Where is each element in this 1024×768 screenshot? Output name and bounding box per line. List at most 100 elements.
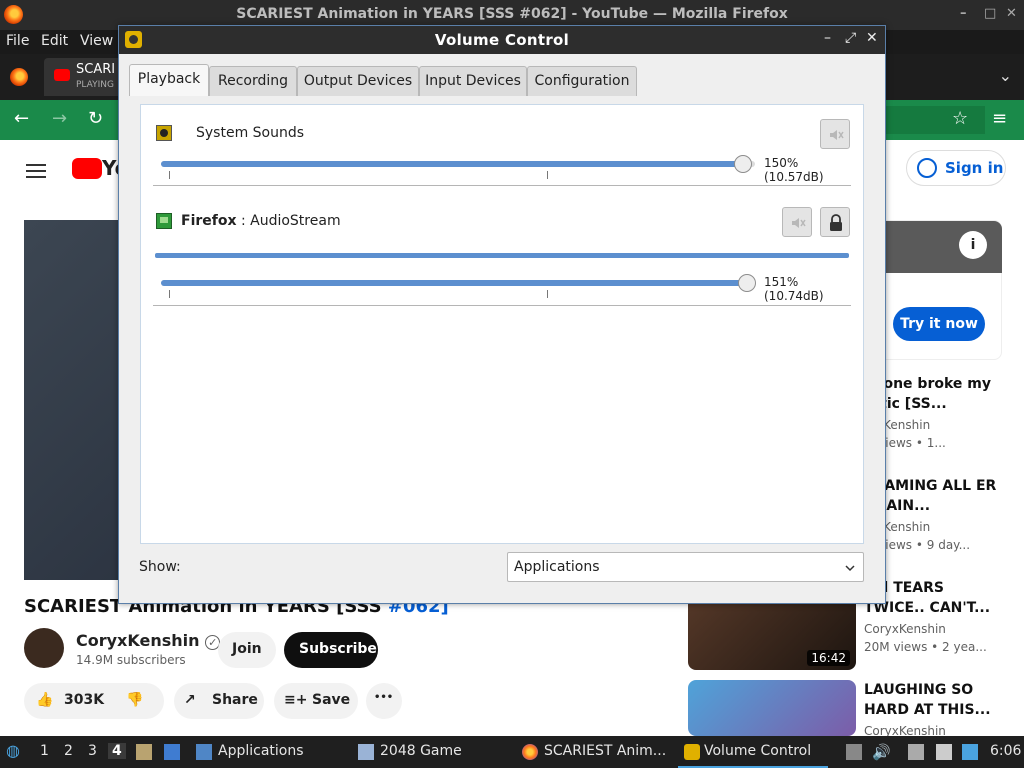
back-arrow-icon[interactable]: ← (14, 108, 29, 129)
task-2048-game[interactable]: 2048 Game (354, 736, 504, 768)
window-icon (358, 744, 374, 760)
tab-recording[interactable]: Recording (209, 66, 297, 96)
volume-slider-handle[interactable] (734, 155, 753, 173)
tab-playing-label: PLAYING (76, 80, 114, 90)
start-menu-icon[interactable]: ◍ (6, 741, 20, 760)
workspace-2[interactable]: 2 (64, 743, 73, 759)
clock: 6:06 (990, 743, 1022, 759)
display-icon[interactable] (936, 744, 952, 760)
taskbar: ◍ 1 2 3 4 Applications 2048 Game SCARIES… (0, 736, 1024, 768)
volume-level-label: 150% (10.57dB) (764, 156, 824, 184)
thumbs-down-icon[interactable]: 👎 (126, 692, 143, 708)
tab-output-devices[interactable]: Output Devices (297, 66, 419, 96)
task-applications[interactable]: Applications (192, 736, 342, 768)
stream-system-sounds: System Sounds 150% (10.57dB) (153, 105, 853, 186)
tab-configuration[interactable]: Configuration (527, 66, 637, 96)
clipboard-icon[interactable] (846, 744, 862, 760)
mute-speaker-icon (830, 130, 844, 140)
mute-button[interactable] (782, 207, 812, 237)
more-actions-button[interactable]: ••• (366, 683, 402, 719)
like-count: 303K (64, 692, 105, 708)
tab-playback[interactable]: Playback (129, 64, 209, 96)
close-icon[interactable]: ✕ (1006, 6, 1017, 21)
ad-panel: i Try it now (870, 220, 1002, 360)
volume-slider-handle[interactable] (738, 274, 757, 292)
bookmark-star-icon[interactable]: ☆ (952, 108, 968, 129)
mute-button[interactable] (820, 119, 850, 149)
mute-speaker-icon (792, 218, 806, 228)
volume-slider-fill (161, 161, 744, 167)
minimize-icon[interactable]: – (960, 6, 967, 21)
youtube-logo-icon[interactable] (72, 158, 102, 179)
volume-slider[interactable] (161, 155, 755, 173)
minimize-icon[interactable]: – (824, 30, 831, 46)
task-volume-control[interactable]: Volume Control (678, 736, 828, 768)
youtube-menu-icon[interactable] (26, 160, 46, 182)
info-icon[interactable]: i (959, 231, 987, 259)
maximize-icon[interactable]: □ (984, 6, 996, 21)
workspace-3[interactable]: 3 (88, 743, 97, 759)
workspace-1[interactable]: 1 (40, 743, 49, 759)
show-label: Show: (139, 559, 181, 575)
volume-control-window: Volume Control – ⤢ ✕ Playback Recording … (118, 25, 886, 604)
peak-meter (155, 253, 849, 258)
show-filter-select[interactable]: Applications (507, 552, 864, 582)
forward-arrow-icon[interactable]: → (52, 108, 67, 129)
workspace-4[interactable]: 4 (108, 743, 126, 759)
account-icon (917, 158, 937, 178)
volume-control-titlebar[interactable]: Volume Control – ⤢ ✕ (119, 26, 885, 54)
save-button[interactable]: ≡+ Save (274, 683, 358, 719)
sign-in-button[interactable]: Sign in (906, 150, 1006, 186)
speaker-icon (156, 125, 172, 141)
lock-channels-button[interactable] (820, 207, 850, 237)
url-bar[interactable] (880, 106, 985, 134)
tab-input-devices[interactable]: Input Devices (419, 66, 527, 96)
maximize-icon[interactable]: ⤢ (845, 30, 856, 46)
battery-icon[interactable] (908, 744, 924, 760)
share-icon: ↗ (184, 692, 196, 708)
subscribe-button[interactable]: Subscribe (284, 632, 378, 668)
reload-icon[interactable]: ↻ (88, 108, 103, 129)
subscriber-count: 14.9M subscribers (76, 653, 186, 667)
slider-tick-0 (169, 171, 170, 179)
thumbs-up-icon[interactable]: 👍 (36, 692, 53, 708)
slider-tick-100 (547, 171, 548, 179)
file-manager-icon[interactable] (136, 744, 152, 760)
like-dislike-group[interactable]: 👍 303K 👎 (24, 683, 164, 719)
firefox-menu-icon[interactable] (10, 68, 28, 86)
share-button[interactable]: ↗ Share (174, 683, 264, 719)
youtube-favicon-icon (54, 69, 70, 81)
list-tabs-chevron-icon[interactable]: ⌄ (999, 66, 1012, 85)
hamburger-menu-icon[interactable]: ≡ (992, 108, 1007, 129)
recommendation-item[interactable]: LAUGHING SO HARD AT THIS... CoryxKenshin (864, 680, 1004, 738)
slider-tick-0 (169, 290, 170, 298)
show-filter-value: Applications (514, 559, 600, 575)
video-duration: 16:42 (807, 650, 850, 666)
firefox-window-title: SCARIEST Animation in YEARS [SSS #062] -… (236, 6, 788, 22)
tab-title: SCARI (76, 62, 116, 77)
stream-label: System Sounds (196, 125, 305, 141)
volume-tray-icon[interactable]: 🔊 (872, 743, 891, 761)
task-firefox[interactable]: SCARIEST Anim... (518, 736, 668, 768)
stream-separator (153, 185, 851, 186)
channel-name[interactable]: CoryxKenshin ✓ (76, 631, 221, 650)
save-playlist-icon: ≡+ (284, 692, 308, 708)
menu-file[interactable]: File (6, 33, 29, 49)
recommendation-thumbnail[interactable] (688, 680, 856, 736)
volume-control-icon (684, 744, 700, 760)
notification-icon[interactable] (962, 744, 978, 760)
sound-card-icon (156, 213, 172, 229)
join-button[interactable]: Join (218, 632, 276, 668)
volume-slider[interactable] (161, 274, 757, 292)
menu-view[interactable]: View (80, 33, 113, 49)
browser-tab[interactable]: SCARI PLAYING (44, 58, 124, 96)
desktop-icon[interactable] (164, 744, 180, 760)
close-icon[interactable]: ✕ (866, 30, 878, 46)
channel-avatar[interactable] (24, 628, 64, 668)
menu-edit[interactable]: Edit (41, 33, 68, 49)
lock-icon (830, 214, 842, 231)
try-it-now-button[interactable]: Try it now (893, 307, 985, 341)
volume-level-label: 151% (10.74dB) (764, 275, 824, 303)
stream-separator (153, 305, 851, 306)
chevron-down-icon (845, 565, 855, 572)
